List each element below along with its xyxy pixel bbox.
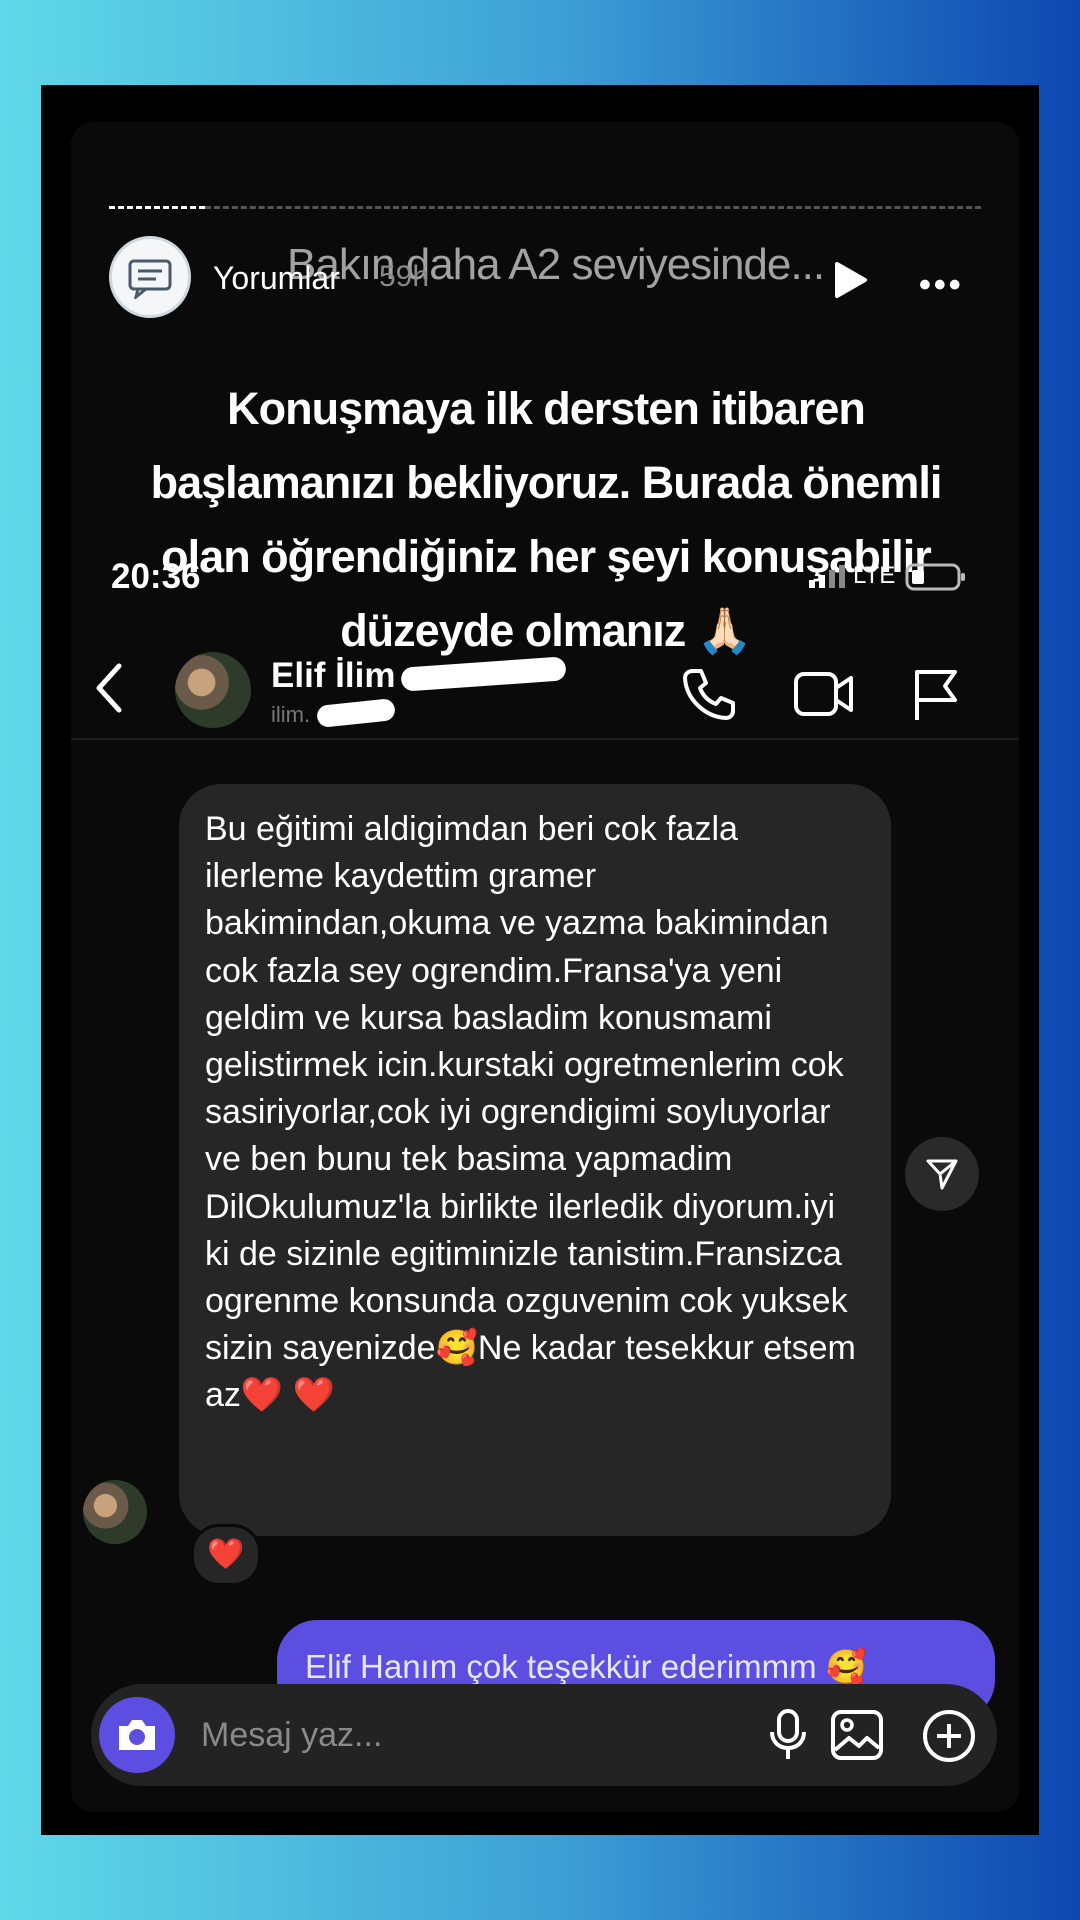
plus-circle-icon[interactable] [921,1708,977,1764]
chat-bubble-icon [128,259,172,299]
signal-icon [809,565,845,588]
contact-handle: ilim. [271,702,311,727]
share-message-button[interactable] [905,1137,979,1211]
status-bar-indicators: LTE [807,562,967,592]
story-username[interactable]: Yorumlar [213,260,340,297]
story-timestamp: 59h [379,260,430,293]
message-reaction[interactable]: ❤️ [191,1524,261,1586]
sender-avatar[interactable] [83,1480,147,1544]
flag-icon[interactable] [911,666,961,722]
message-composer [91,1684,997,1786]
network-type: LTE [853,562,896,589]
image-icon[interactable] [829,1708,885,1762]
status-bar-time: 20:36 [111,557,201,596]
video-camera-icon[interactable] [793,668,855,720]
chevron-left-icon[interactable] [91,662,127,714]
camera-button[interactable] [99,1697,175,1773]
story-progress-bar [109,206,981,210]
progress-segment-remaining [205,206,981,210]
send-icon [926,1159,958,1190]
story-header: Bakın daha A2 seviyesinde... Yorumlar 59… [109,236,989,320]
contact-name[interactable]: Elif İlim [271,656,395,696]
screenshot-frame: Bakın daha A2 seviyesinde... Yorumlar 59… [41,85,1039,1835]
incoming-message[interactable]: Bu eğitimi aldigimdan beri cok fazla ile… [179,784,891,1536]
redaction-mark [400,656,567,692]
story-avatar[interactable] [109,236,191,318]
story-caption: Konuşmaya ilk dersten itibaren başlamanı… [150,383,943,656]
play-icon[interactable] [829,260,869,300]
progress-segment-done [109,206,205,210]
microphone-icon[interactable] [767,1708,809,1762]
battery-icon [905,563,965,591]
more-options-button[interactable]: ••• [919,266,964,305]
story-viewer: Bakın daha A2 seviyesinde... Yorumlar 59… [71,122,1019,1812]
story-title: Bakın daha A2 seviyesinde... [287,240,825,289]
contact-avatar[interactable] [175,652,251,728]
camera-icon [119,1720,155,1750]
message-input[interactable] [199,1708,683,1762]
phone-icon[interactable] [681,667,735,721]
redaction-mark [316,697,396,729]
chat-header: Elif İlim ilim. [71,632,1019,740]
